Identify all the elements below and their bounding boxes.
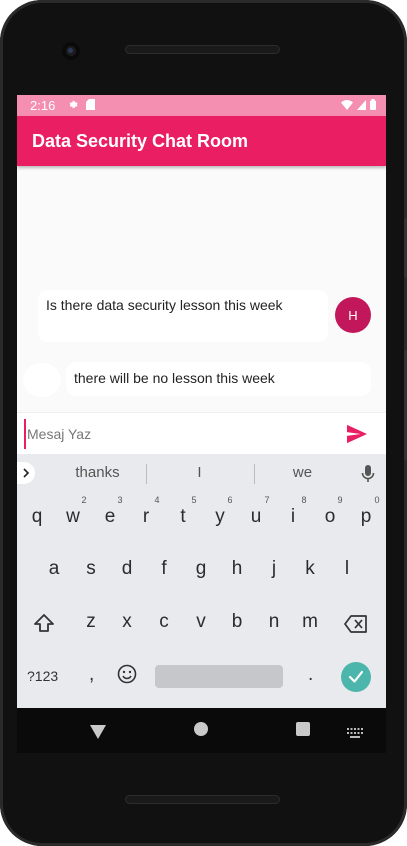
chevron-right-icon[interactable] [17,462,35,484]
key-e[interactable]: e [95,506,125,528]
key-o[interactable]: o [315,506,345,528]
key-q[interactable]: q [22,506,52,528]
emoji-icon[interactable] [117,664,137,689]
earpiece-speaker [125,45,280,54]
home-icon[interactable] [194,722,208,736]
wifi-icon [341,99,353,113]
screen: 2:16 Data Security Chat Room Is there da… [17,95,386,708]
key-l[interactable]: l [332,558,362,580]
suggestion-divider [254,464,255,484]
message-composer [17,412,386,454]
spacebar[interactable] [155,665,283,688]
key-f[interactable]: f [149,558,179,580]
key-hint: 2 [81,495,87,505]
keyboard-switch-icon[interactable] [347,724,363,743]
key-period[interactable]: . [308,664,313,686]
suggestion-divider [146,464,147,484]
enter-check-icon[interactable] [341,662,371,692]
key-hint: 7 [264,495,270,505]
key-m[interactable]: m [295,611,325,633]
send-icon[interactable] [346,424,368,444]
sd-card-icon [86,98,96,113]
front-camera [62,42,80,60]
status-bar: 2:16 [17,95,386,116]
bottom-speaker [125,795,280,804]
phone-frame: 2:16 Data Security Chat Room Is there da… [0,0,407,846]
suggestion-3[interactable]: we [285,464,320,481]
navigation-bar [17,708,386,753]
key-r[interactable]: r [131,506,161,528]
gear-icon [67,99,78,113]
key-p[interactable]: p [351,506,381,528]
recent-apps-icon[interactable] [296,722,310,736]
key-k[interactable]: k [295,558,325,580]
avatar-empty [23,363,61,397]
suggestion-1[interactable]: thanks [65,464,130,481]
message-input[interactable] [24,418,324,449]
status-time: 2:16 [30,98,56,113]
key-hint: 9 [337,495,343,505]
key-d[interactable]: d [112,558,142,580]
key-hint: 5 [191,495,197,505]
key-i[interactable]: i [278,506,308,528]
symbols-key[interactable]: ?123 [27,668,58,684]
key-z[interactable]: z [76,611,106,633]
key-hint: 0 [374,495,380,505]
key-hint: 3 [117,495,123,505]
back-icon[interactable] [90,724,106,743]
message-bubble-sent: Is there data security lesson this week [38,290,328,342]
key-w[interactable]: w [58,506,88,528]
key-c[interactable]: c [149,611,179,633]
key-n[interactable]: n [259,611,289,633]
key-a[interactable]: a [39,558,69,580]
app-bar: Data Security Chat Room [17,116,386,166]
suggestion-2[interactable]: I [187,464,212,481]
message-bubble-received: there will be no lesson this week [66,362,371,396]
suggestion-strip: thanks I we [17,454,386,492]
key-g[interactable]: g [186,558,216,580]
microphone-icon[interactable] [361,464,375,484]
shift-icon[interactable] [33,613,55,638]
key-v[interactable]: v [186,611,216,633]
key-hint: 8 [301,495,307,505]
chat-message-list[interactable]: Is there data security lesson this week … [17,166,386,412]
key-t[interactable]: t [168,506,198,528]
key-hint: 4 [154,495,160,505]
key-j[interactable]: j [259,558,289,580]
key-s[interactable]: s [76,558,106,580]
key-u[interactable]: u [241,506,271,528]
key-h[interactable]: h [222,558,252,580]
key-hint: 6 [227,495,233,505]
on-screen-keyboard: thanks I we 2 3 4 5 6 7 8 9 0 q w e r t … [17,454,386,708]
key-x[interactable]: x [112,611,142,633]
page-title: Data Security Chat Room [32,130,249,151]
key-comma[interactable]: , [89,664,94,686]
avatar: H [335,297,371,333]
key-b[interactable]: b [222,611,252,633]
battery-icon [370,98,376,113]
backspace-icon[interactable] [344,615,368,638]
signal-icon [357,99,366,113]
key-y[interactable]: y [205,506,235,528]
